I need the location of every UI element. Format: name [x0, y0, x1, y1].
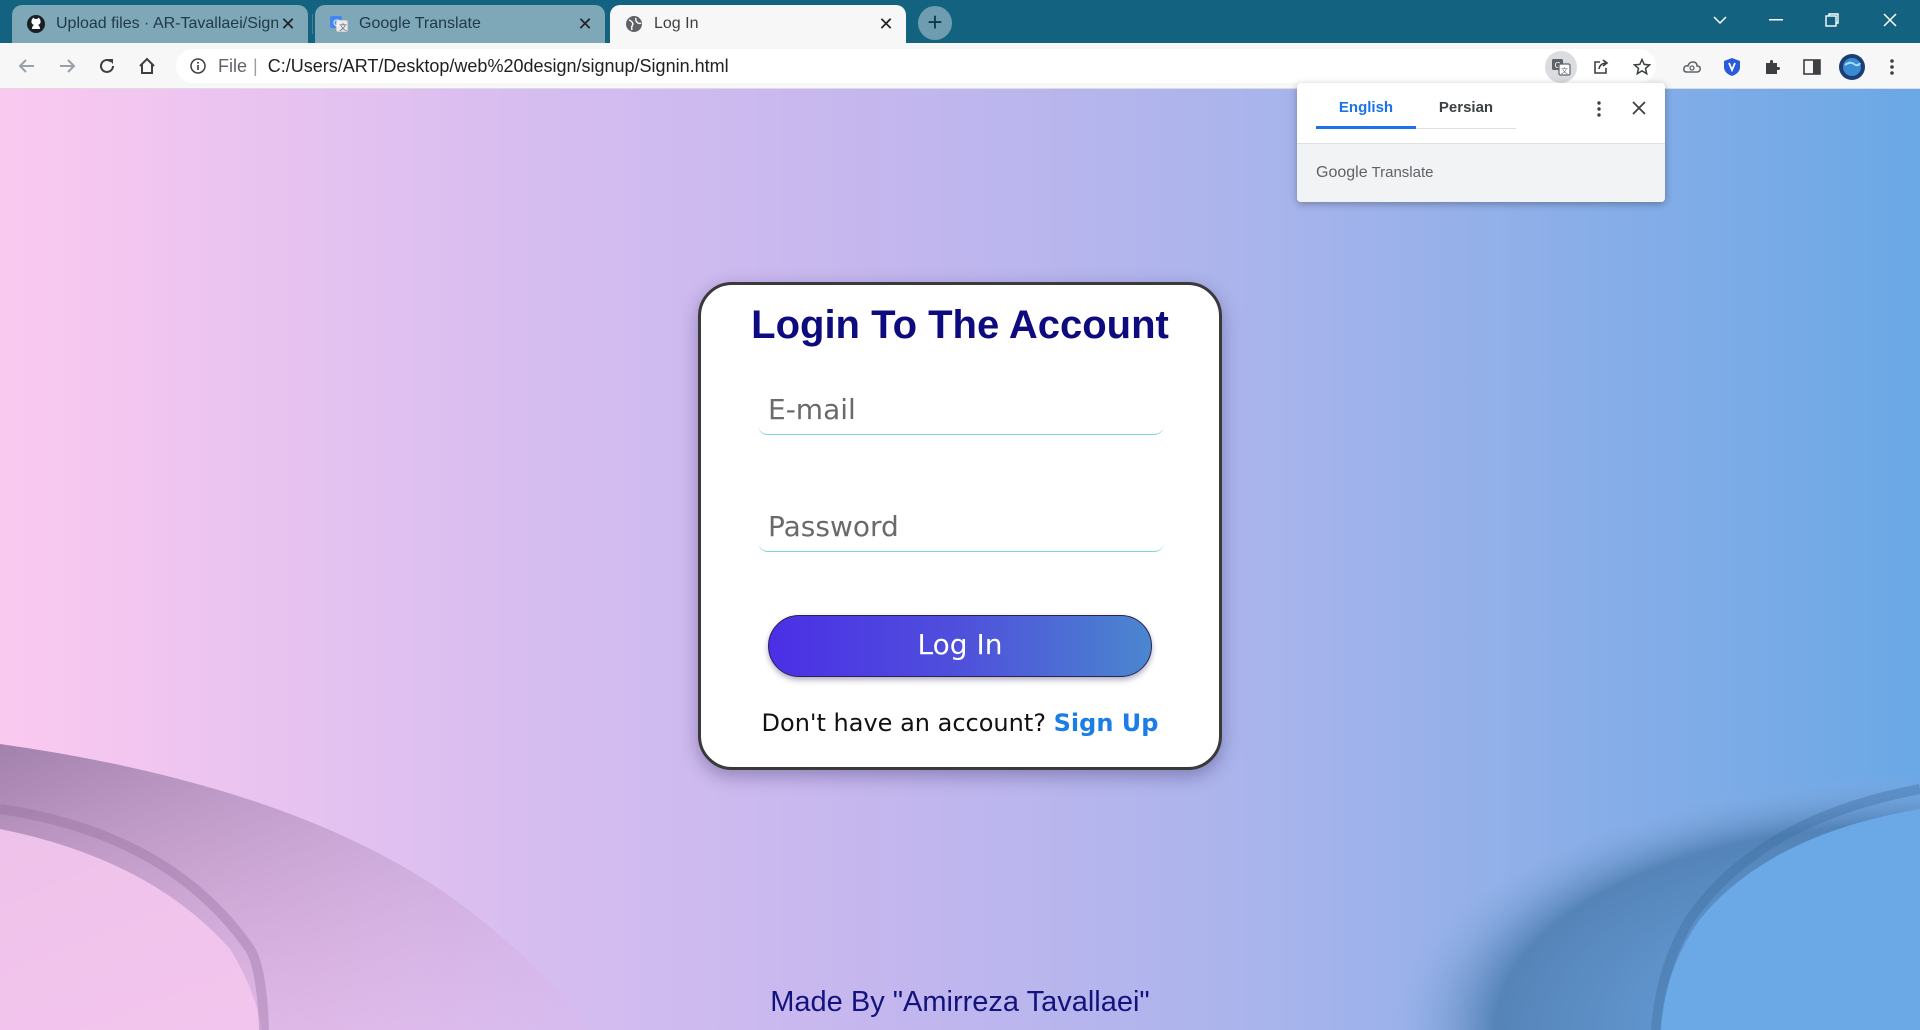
extension-cloud-icon[interactable]: [1676, 51, 1708, 83]
shield-icon[interactable]: [1716, 51, 1748, 83]
bookmark-star-icon[interactable]: [1626, 51, 1658, 83]
page-viewport: Login To The Account Log In Don't have a…: [0, 89, 1920, 1030]
tab-title: Upload files · AR-Tavallaei/Signup: [56, 15, 278, 32]
extensions-puzzle-icon[interactable]: [1756, 51, 1788, 83]
google-translate-icon: G文: [329, 14, 349, 34]
tab-upload-files[interactable]: Upload files · AR-Tavallaei/Signup ✕: [12, 5, 308, 43]
password-field[interactable]: [758, 502, 1164, 552]
close-icon[interactable]: ✕: [876, 14, 896, 34]
restore-icon[interactable]: [1804, 0, 1860, 40]
login-button[interactable]: Log In: [768, 615, 1152, 677]
share-icon[interactable]: [1585, 51, 1617, 83]
translate-popup: English Persian Google Translate: [1297, 83, 1665, 202]
svg-text:文: 文: [339, 22, 347, 32]
translate-language-tabs: English Persian: [1316, 93, 1516, 129]
google-translate-brand: Google Translate: [1316, 164, 1433, 182]
back-icon[interactable]: [12, 51, 42, 81]
close-icon[interactable]: [1627, 97, 1651, 121]
brand-translate: Translate: [1371, 164, 1434, 181]
signup-prompt: Don't have an account?: [761, 709, 1046, 737]
tab-persian[interactable]: Persian: [1416, 93, 1516, 129]
tab-search-icon[interactable]: [1692, 0, 1748, 40]
tab-divider: [312, 14, 313, 34]
reload-icon[interactable]: [92, 51, 122, 81]
address-bar[interactable]: File | C:/Users/ART/Desktop/web%20design…: [176, 49, 1656, 83]
svg-text:文: 文: [1561, 66, 1568, 75]
tab-title: Google Translate: [359, 15, 481, 32]
home-icon[interactable]: [132, 51, 162, 81]
tab-english[interactable]: English: [1316, 93, 1416, 129]
side-panel-icon[interactable]: [1796, 51, 1828, 83]
brand-google: Google: [1316, 164, 1368, 181]
github-icon: [26, 14, 46, 34]
close-icon[interactable]: ✕: [575, 14, 595, 34]
new-tab-button[interactable]: +: [918, 6, 952, 40]
scheme-label: File: [218, 55, 248, 76]
url-text[interactable]: C:/Users/ART/Desktop/web%20design/signup…: [268, 56, 729, 77]
more-options-icon[interactable]: [1587, 97, 1611, 121]
translate-page-icon[interactable]: G文: [1545, 51, 1577, 83]
translate-popup-footer: Google Translate: [1297, 143, 1665, 202]
browser-tabstrip: Upload files · AR-Tavallaei/Signup ✕ G文 …: [0, 0, 1920, 43]
tab-title: Log In: [654, 15, 699, 32]
avatar[interactable]: [1836, 51, 1868, 83]
email-field[interactable]: [758, 385, 1164, 435]
login-title: Login To The Account: [751, 303, 1169, 347]
close-window-icon[interactable]: [1862, 0, 1918, 40]
globe-icon: [624, 14, 644, 34]
footer-credit: Made By "Amirreza Tavallaei": [770, 986, 1150, 1018]
tab-log-in[interactable]: Log In ✕: [610, 5, 906, 43]
info-icon[interactable]: [188, 56, 208, 76]
forward-icon[interactable]: [52, 51, 82, 81]
browser-menu-icon[interactable]: [1876, 51, 1908, 83]
signup-prompt-line: Don't have an account? Sign Up: [701, 709, 1219, 737]
scheme-separator: |: [253, 55, 258, 76]
login-card: Login To The Account Log In Don't have a…: [698, 282, 1222, 770]
close-icon[interactable]: ✕: [278, 14, 298, 34]
tab-google-translate[interactable]: G文 Google Translate ✕: [315, 5, 605, 43]
signup-link[interactable]: Sign Up: [1054, 709, 1159, 737]
minimize-icon[interactable]: [1748, 0, 1804, 40]
